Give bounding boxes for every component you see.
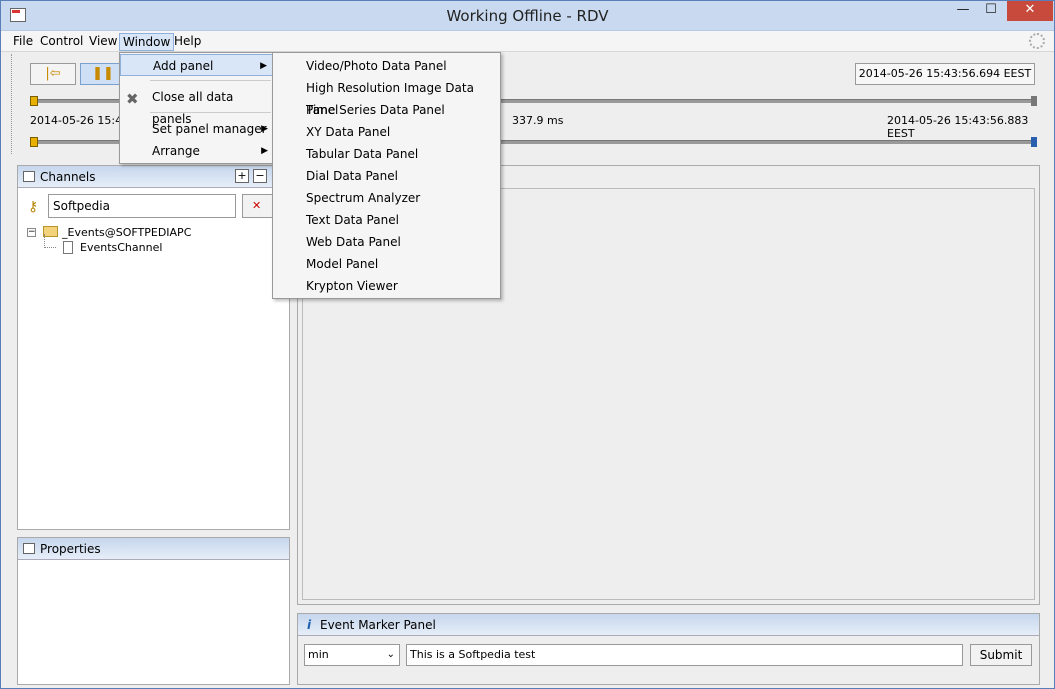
event-type-select[interactable]: min ⌄ [304,644,400,666]
menu-view[interactable]: View [86,33,120,51]
submenu-item-time-series[interactable]: Time Series Data Panel [306,99,445,121]
end-time-label: 2014-05-26 15:43:56.883 EEST [887,114,1029,140]
tree-root-label: _Events@SOFTPEDIAPC [62,226,192,239]
document-icon [63,241,73,254]
submenu-item-web[interactable]: Web Data Panel [306,231,401,253]
event-text-input[interactable]: This is a Softpedia test [406,644,963,666]
expand-all-icon[interactable]: + [235,169,249,183]
submenu-item-tabular[interactable]: Tabular Data Panel [306,143,418,165]
pause-icon: ❚❚ [92,66,114,81]
menu-file[interactable]: File [10,33,36,51]
clear-filter-button[interactable] [242,194,274,218]
start-time-label: 2014-05-26 15:43: [30,114,133,127]
submenu-item-dial[interactable]: Dial Data Panel [306,165,398,187]
window-title: Working Offline - RDV [446,7,609,25]
submit-button[interactable]: Submit [970,644,1032,666]
submenu-item-krypton[interactable]: Krypton Viewer [306,275,398,297]
maximize-button[interactable]: ☐ [977,1,1005,21]
menu-item-close-all[interactable]: ✖ Close all data panels [120,86,273,126]
event-marker-panel: i Event Marker Panel min ⌄ This is a Sof… [297,613,1040,685]
tree-connector [44,234,56,248]
submenu-item-xy[interactable]: XY Data Panel [306,121,390,143]
menu-control[interactable]: Control [37,33,86,51]
minimize-button[interactable]: — [949,1,977,21]
rewind-icon: |⇦ [45,66,61,81]
menu-item-label: Add panel [153,59,214,73]
properties-header: Properties [18,538,289,560]
menu-separator [150,112,271,113]
channels-icon [23,171,35,182]
menu-item-add-panel[interactable]: Add panel ▶ [120,54,273,76]
range-slider-start-knob[interactable] [30,137,38,147]
properties-icon [23,543,35,554]
current-time-display: 2014-05-26 15:43:56.694 EEST [855,63,1035,85]
range-slider-end-knob[interactable] [1031,137,1037,147]
collapse-toggle-icon[interactable]: − [27,228,36,237]
info-icon: i [307,618,312,632]
channels-header: Channels + − [18,166,289,188]
submenu-arrow-icon: ▶ [261,146,268,156]
close-button[interactable]: ✕ [1007,1,1053,21]
submenu-item-text[interactable]: Text Data Panel [306,209,399,231]
close-panels-icon: ✖ [126,90,139,108]
collapse-all-icon[interactable]: − [253,169,267,183]
title-bar: Working Offline - RDV — ☐ ✕ [1,1,1054,31]
busy-indicator-icon [1029,33,1045,49]
submenu-item-high-res-image[interactable]: High Resolution Image Data Panel [306,77,500,117]
location-slider-knob[interactable] [30,96,38,106]
event-type-value: min [308,648,329,661]
menu-item-set-panel-manager[interactable]: Set panel manager ▶ [120,118,273,140]
event-marker-title: Event Marker Panel [320,618,436,632]
submenu-arrow-icon: ▶ [261,124,268,134]
tree-channel-label: EventsChannel [80,241,163,254]
duration-label: 337.9 ms [512,114,564,127]
channels-panel: Channels + − ⚷ Softpedia − _Events@SOFTP… [17,165,290,530]
submenu-item-spectrum[interactable]: Spectrum Analyzer [306,187,420,209]
menu-item-label: Arrange [152,144,200,158]
event-marker-header: i Event Marker Panel [298,614,1039,636]
key-icon: ⚷ [28,199,39,215]
menu-help[interactable]: Help [171,33,204,51]
menu-window[interactable]: Window [119,33,175,51]
rewind-button[interactable]: |⇦ [30,63,76,85]
channels-title: Channels [40,170,96,184]
properties-panel: Properties [17,537,290,685]
chevron-down-icon: ⌄ [386,649,395,660]
menu-item-label: Set panel manager [152,122,267,136]
app-window: Working Offline - RDV — ☐ ✕ File Control… [0,0,1055,689]
submenu-arrow-icon: ▶ [260,61,267,71]
submenu-item-model[interactable]: Model Panel [306,253,378,275]
add-panel-submenu: Video/Photo Data Panel High Resolution I… [272,52,501,299]
location-slider-end[interactable] [1031,96,1037,106]
channel-filter-input[interactable]: Softpedia [48,194,236,218]
submenu-item-video-photo[interactable]: Video/Photo Data Panel [306,55,447,77]
properties-title: Properties [40,542,101,556]
menu-bar: File Control View Window Help [1,31,1054,52]
menu-item-arrange[interactable]: Arrange ▶ [120,140,273,162]
window-menu-dropdown: Add panel ▶ ✖ Close all data panels Set … [119,52,274,164]
menu-separator [150,80,271,81]
